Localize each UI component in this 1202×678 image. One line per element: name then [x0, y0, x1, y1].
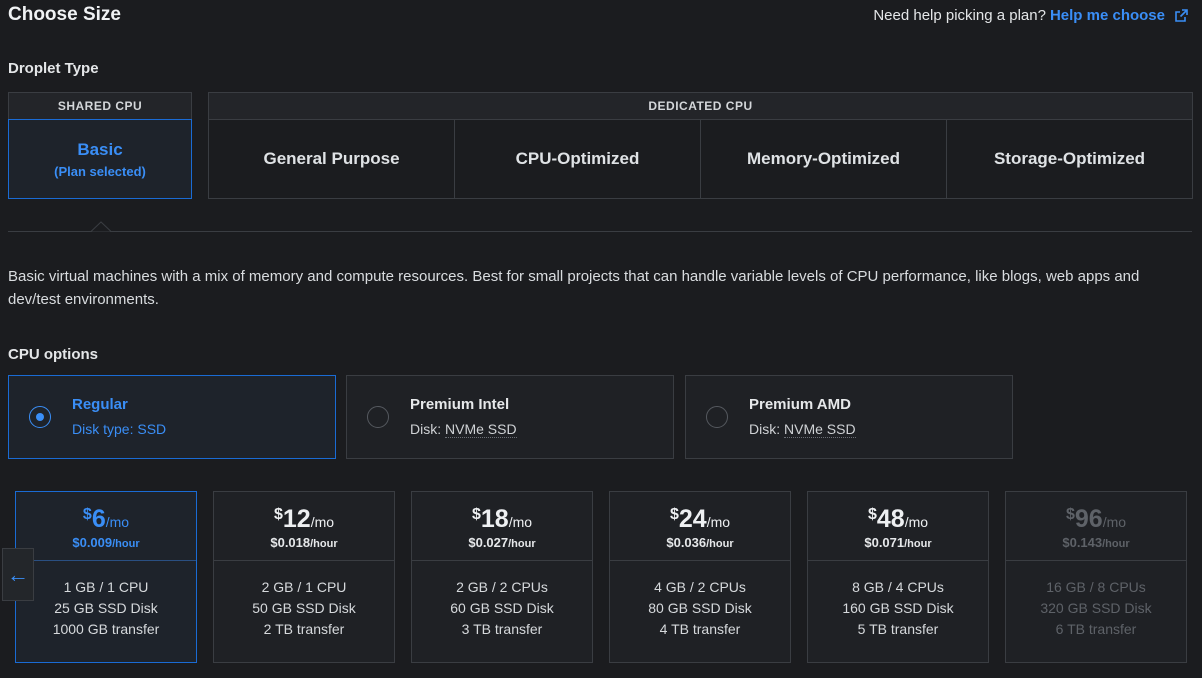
plan-disk: 160 GB SSD Disk: [842, 600, 954, 616]
dedicated-cpu-heading: DEDICATED CPU: [209, 93, 1192, 120]
radio-button[interactable]: [367, 406, 389, 428]
plan-hourly-price: $0.018/hour: [270, 535, 338, 550]
help-bar: Need help picking a plan? Help me choose: [873, 7, 1188, 24]
plan-transfer: 5 TB transfer: [857, 621, 939, 637]
cpu-option-name: Premium AMD: [749, 396, 851, 413]
droplet-type-description: Basic virtual machines with a mix of mem…: [8, 268, 1140, 308]
droplet-type-storage-optimized[interactable]: Storage-Optimized: [947, 120, 1192, 198]
cpu-options-label: CPU options: [8, 346, 98, 363]
plan-memory-cpu: 8 GB / 4 CPUs: [852, 579, 944, 595]
plan-memory-cpu: 2 GB / 2 CPUs: [456, 579, 548, 595]
plan-price: $12/mo: [273, 505, 335, 533]
cpu-option-regular[interactable]: Regular Disk type: SSD: [8, 375, 336, 459]
plan-memory-cpu: 1 GB / 1 CPU: [63, 579, 149, 595]
cpu-option-disk: Disk: NVMe SSD: [749, 421, 856, 438]
plan-card-12[interactable]: $12/mo $0.018/hour 2 GB / 1 CPU 50 GB SS…: [213, 491, 395, 663]
droplet-type-memory-optimized[interactable]: Memory-Optimized: [701, 120, 947, 198]
selection-pointer-icon: [91, 221, 111, 232]
cpu-option-name: Regular: [72, 396, 128, 413]
radio-button[interactable]: [29, 406, 51, 428]
plan-hourly-price: $0.071/hour: [864, 535, 932, 550]
plan-specs: 8 GB / 4 CPUs 160 GB SSD Disk 5 TB trans…: [808, 561, 988, 640]
plan-price: $48/mo: [867, 505, 929, 533]
help-text: Need help picking a plan?: [873, 7, 1046, 24]
plan-memory-cpu: 4 GB / 2 CPUs: [654, 579, 746, 595]
plan-selected-note: (Plan selected): [54, 163, 146, 179]
help-me-choose-link[interactable]: Help me choose: [1050, 7, 1165, 24]
droplet-type-cpu-optimized[interactable]: CPU-Optimized: [455, 120, 701, 198]
plan-transfer: 4 TB transfer: [659, 621, 741, 637]
plan-specs: 4 GB / 2 CPUs 80 GB SSD Disk 4 TB transf…: [610, 561, 790, 640]
plan-memory-cpu: 16 GB / 8 CPUs: [1046, 579, 1146, 595]
cpu-option-premium-intel[interactable]: Premium Intel Disk: NVMe SSD: [346, 375, 674, 459]
plan-price: $18/mo: [471, 505, 533, 533]
page-title: Choose Size: [8, 4, 121, 25]
plan-card-18[interactable]: $18/mo $0.027/hour 2 GB / 2 CPUs 60 GB S…: [411, 491, 593, 663]
cpu-option-premium-amd[interactable]: Premium AMD Disk: NVMe SSD: [685, 375, 1013, 459]
arrow-left-icon: ←: [7, 561, 29, 587]
shared-cpu-heading: SHARED CPU: [8, 92, 192, 120]
plan-hourly-price: $0.143/hour: [1062, 535, 1130, 550]
plan-hourly-price: $0.036/hour: [666, 535, 734, 550]
plan-specs: 1 GB / 1 CPU 25 GB SSD Disk 1000 GB tran…: [16, 561, 196, 640]
plan-specs: 2 GB / 2 CPUs 60 GB SSD Disk 3 TB transf…: [412, 561, 592, 640]
cpu-option-disk: Disk type: SSD: [72, 421, 167, 437]
droplet-type-label: Droplet Type: [8, 60, 99, 77]
plan-price: $24/mo: [669, 505, 731, 533]
choose-size-page: Choose Size Need help picking a plan? He…: [0, 0, 1202, 678]
droplet-type-general-purpose[interactable]: General Purpose: [209, 120, 455, 198]
radio-button[interactable]: [706, 406, 728, 428]
dedicated-cpu-group: DEDICATED CPU General Purpose CPU-Optimi…: [208, 92, 1193, 199]
plan-card-96[interactable]: $96/mo $0.143/hour 16 GB / 8 CPUs 320 GB…: [1005, 491, 1187, 663]
section-divider: [8, 231, 1192, 232]
plan-disk: 80 GB SSD Disk: [648, 600, 752, 616]
scroll-left-button[interactable]: ←: [2, 548, 34, 601]
plan-specs: 2 GB / 1 CPU 50 GB SSD Disk 2 TB transfe…: [214, 561, 394, 640]
cpu-option-disk: Disk: NVMe SSD: [410, 421, 517, 438]
plan-card-24[interactable]: $24/mo $0.036/hour 4 GB / 2 CPUs 80 GB S…: [609, 491, 791, 663]
plan-transfer: 6 TB transfer: [1055, 621, 1137, 637]
droplet-type-basic[interactable]: Basic (Plan selected): [8, 119, 192, 199]
plan-transfer: 3 TB transfer: [461, 621, 543, 637]
plan-card-6[interactable]: $6/mo $0.009/hour 1 GB / 1 CPU 25 GB SSD…: [15, 491, 197, 663]
plan-price: $6/mo: [82, 505, 130, 533]
plan-transfer: 1000 GB transfer: [52, 621, 160, 637]
shared-cpu-group: SHARED CPU Basic (Plan selected): [8, 92, 192, 199]
plan-disk: 60 GB SSD Disk: [450, 600, 554, 616]
plan-specs: 16 GB / 8 CPUs 320 GB SSD Disk 6 TB tran…: [1006, 561, 1186, 640]
plan-price: $96/mo: [1065, 505, 1127, 533]
plan-disk: 320 GB SSD Disk: [1040, 600, 1152, 616]
cpu-option-name: Premium Intel: [410, 396, 510, 413]
plan-disk: 50 GB SSD Disk: [252, 600, 356, 616]
plan-transfer: 2 TB transfer: [263, 621, 345, 637]
external-link-icon[interactable]: [1174, 8, 1188, 23]
plan-memory-cpu: 2 GB / 1 CPU: [261, 579, 347, 595]
plan-disk: 25 GB SSD Disk: [54, 600, 158, 616]
plan-card-48[interactable]: $48/mo $0.071/hour 8 GB / 4 CPUs 160 GB …: [807, 491, 989, 663]
basic-label: Basic: [77, 139, 123, 159]
plan-hourly-price: $0.009/hour: [72, 535, 140, 550]
plan-hourly-price: $0.027/hour: [468, 535, 536, 550]
